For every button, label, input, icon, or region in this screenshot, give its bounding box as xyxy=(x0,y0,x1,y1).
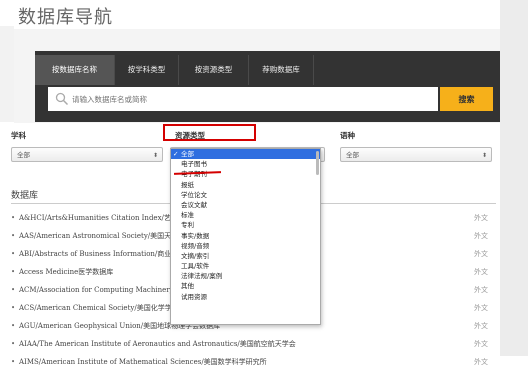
dropdown-option[interactable]: 其他 xyxy=(171,281,320,291)
dropdown-option[interactable]: 会议文献 xyxy=(171,200,320,210)
tab-by-database-name[interactable]: 按数据库名称 xyxy=(35,55,115,85)
tab-by-resource-type[interactable]: 按资源类型 xyxy=(179,55,249,85)
dropdown-option[interactable]: 学位论文 xyxy=(171,190,320,200)
language-filter-label: 语种 xyxy=(340,131,355,140)
select-arrows-icon: ⬍ xyxy=(481,152,487,159)
database-section-title: 数据库 xyxy=(11,191,39,201)
bullet: • xyxy=(11,232,16,240)
dropdown-option[interactable]: 报纸 xyxy=(171,180,320,190)
dropdown-option[interactable]: 电子期刊 xyxy=(171,169,320,179)
resource-type-dropdown[interactable]: ✓ 全部 电子图书 电子期刊 报纸 学位论文 会议文献 标准 专利 事实/数据 视… xyxy=(170,148,321,325)
list-item[interactable]: • AIAA/The American Institute of Aeronaut… xyxy=(11,335,496,353)
language-tag: 外文 xyxy=(474,214,488,222)
tab-bar: 按数据库名称 按学科类型 按资源类型 荐购数据库 xyxy=(35,55,314,85)
language-select-value: 全部 xyxy=(346,151,359,159)
language-tag: 外文 xyxy=(474,322,488,330)
dropdown-option-all[interactable]: ✓ 全部 xyxy=(171,149,320,160)
dropdown-option[interactable]: 试用资源 xyxy=(171,292,320,302)
bullet: • xyxy=(11,304,16,312)
search-input[interactable] xyxy=(48,87,438,111)
background-strip-right xyxy=(500,0,528,356)
language-tag: 外文 xyxy=(474,304,488,312)
tab-recommend-database[interactable]: 荐购数据库 xyxy=(249,55,314,85)
tab-by-subject[interactable]: 按学科类型 xyxy=(115,55,179,85)
language-select[interactable]: 全部 ⬍ xyxy=(340,147,492,162)
subject-filter-label: 学科 xyxy=(11,131,26,140)
bullet: • xyxy=(11,214,16,222)
dropdown-scrollbar[interactable] xyxy=(316,151,319,175)
search-box: 按数据库名称 按学科类型 按资源类型 荐购数据库 搜索 xyxy=(35,51,500,122)
background-strip-left xyxy=(0,26,14,122)
language-tag: 外文 xyxy=(474,340,488,348)
bullet: • xyxy=(11,322,16,330)
language-tag: 外文 xyxy=(474,250,488,258)
language-tag: 外文 xyxy=(474,286,488,294)
dropdown-option[interactable]: 标准 xyxy=(171,210,320,220)
language-tag: 外文 xyxy=(474,232,488,240)
dropdown-option[interactable]: 专利 xyxy=(171,220,320,230)
database-name[interactable]: ACS/American Chemical Society/美国化学学会 xyxy=(19,304,179,312)
dropdown-option[interactable]: 文摘/索引 xyxy=(171,251,320,261)
dropdown-option[interactable]: 工具/软件 xyxy=(171,261,320,271)
dropdown-option[interactable]: 视频/音频 xyxy=(171,241,320,251)
page-title: 数据库导航 xyxy=(18,7,113,28)
bullet: • xyxy=(11,268,16,276)
checkmark-icon: ✓ xyxy=(173,150,179,158)
highlight-box xyxy=(163,124,256,141)
search-button[interactable]: 搜索 xyxy=(440,87,493,111)
dropdown-option[interactable]: 电子图书 xyxy=(171,159,320,169)
bullet: • xyxy=(11,286,16,294)
database-name[interactable]: Access Medicine医学数据库 xyxy=(19,268,113,276)
search-icon xyxy=(55,92,69,106)
bullet: • xyxy=(11,340,16,348)
database-name[interactable]: AIAA/The American Institute of Aeronauti… xyxy=(19,340,296,348)
bullet: • xyxy=(11,250,16,258)
dropdown-option[interactable]: 法律法规/案例 xyxy=(171,271,320,281)
language-tag: 外文 xyxy=(474,268,488,276)
select-arrows-icon: ⬍ xyxy=(152,152,158,159)
subject-select[interactable]: 全部 ⬍ xyxy=(11,147,163,162)
option-label: 全部 xyxy=(181,150,194,158)
database-name[interactable]: AAS/American Astronomical Society/美国天文学会 xyxy=(19,232,192,240)
dropdown-option[interactable]: 事实/数据 xyxy=(171,231,320,241)
subject-select-value: 全部 xyxy=(17,151,30,159)
database-name[interactable]: AIMS/American Institute of Mathematical … xyxy=(19,358,267,366)
